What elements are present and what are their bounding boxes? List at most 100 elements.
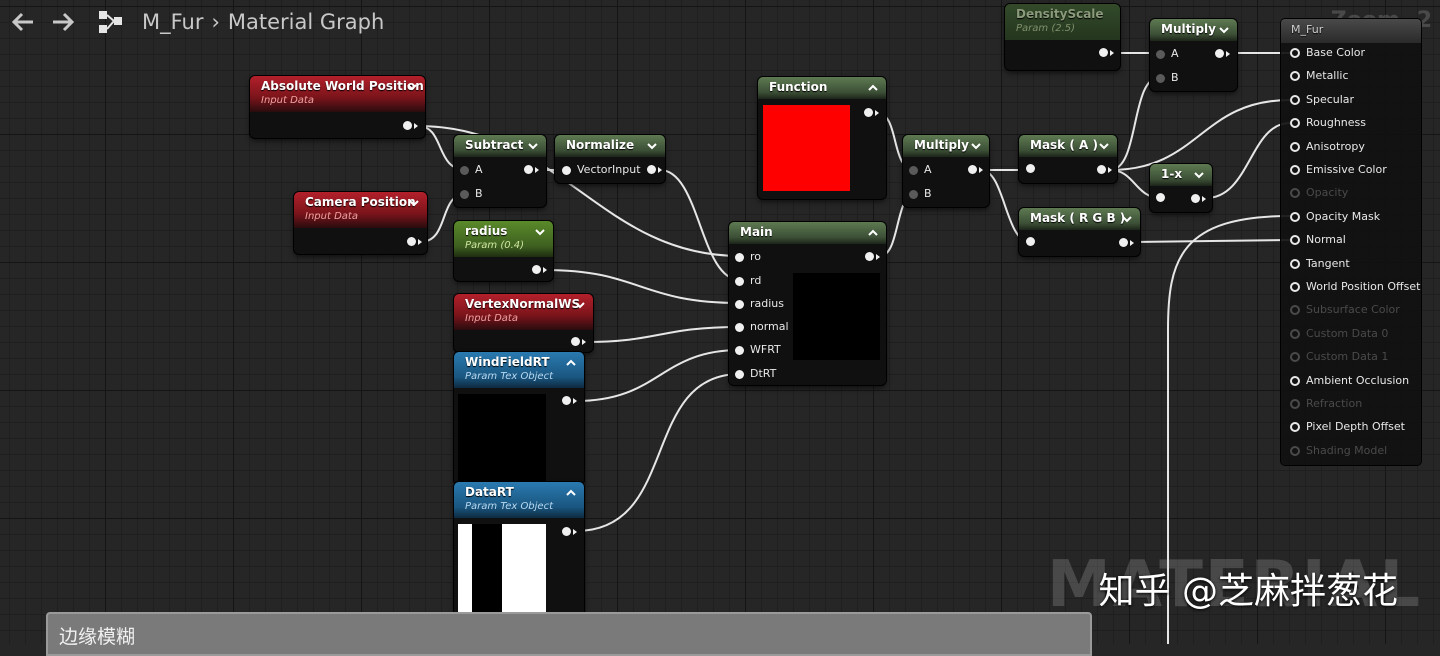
result-pin-specular[interactable]: Specular [1290,93,1354,106]
input-pin[interactable] [1026,237,1041,246]
input-pin-rd[interactable]: rd [735,275,761,287]
output-pin[interactable] [562,396,577,405]
texture-preview [458,524,546,612]
result-pin-custom-data-0[interactable]: Custom Data 0 [1290,327,1388,340]
output-pin[interactable] [407,237,422,246]
arrow-right-icon [53,12,75,32]
output-pin[interactable] [571,337,586,346]
node-mask-a[interactable]: Mask ( A ) [1019,135,1117,183]
chevron-down-icon[interactable] [408,197,420,209]
chevron-down-icon[interactable] [646,140,658,152]
result-pin-roughness[interactable]: Roughness [1290,117,1366,129]
output-pin[interactable] [1119,238,1134,247]
chevron-up-icon[interactable] [565,487,577,499]
input-pin[interactable] [1156,193,1171,202]
output-pin[interactable] [1191,194,1206,203]
node-normalize[interactable]: Normalize VectorInput [555,135,665,183]
output-pin[interactable] [865,252,880,261]
node-mask-rgb[interactable]: Mask ( R G B ) [1019,208,1140,256]
node-density-scale[interactable]: DensityScale Param (2.5) [1005,4,1120,70]
node-subtitle: Param Tex Object [465,371,554,382]
chevron-up-icon[interactable] [867,227,879,239]
result-pin-subsurface-color[interactable]: Subsurface Color [1290,304,1400,316]
forward-button[interactable] [46,5,80,39]
chevron-down-icon[interactable] [574,299,586,311]
node-title: Camera Position [305,195,416,209]
result-pin-world-position-offset[interactable]: World Position Offset [1290,281,1420,293]
node-windfield-rt[interactable]: WindFieldRT Param Tex Object [454,352,584,485]
input-pin-dtrt[interactable]: DtRT [735,368,776,380]
back-button[interactable] [6,5,40,39]
output-pin[interactable] [864,108,879,117]
result-pin-base-color[interactable]: Base Color [1290,47,1365,59]
node-title: Absolute World Position [261,79,424,93]
breadcrumb-asset[interactable]: M_Fur [142,10,204,34]
node-subtract[interactable]: Subtract A B [454,135,546,207]
input-pin-a[interactable]: A [909,164,932,176]
node-camera-position[interactable]: Camera Position Input Data [294,192,427,254]
chevron-down-icon[interactable] [1098,140,1110,152]
chevron-down-icon[interactable] [1218,24,1230,36]
input-pin-ro[interactable]: ro [735,251,761,263]
node-data-rt[interactable]: DataRT Param Tex Object [454,482,584,616]
input-pin[interactable] [1026,164,1041,173]
result-pin-refraction[interactable]: Refraction [1290,398,1362,410]
result-pin-tangent[interactable]: Tangent [1290,257,1350,270]
output-pin[interactable] [968,165,983,174]
arrow-left-icon [11,12,33,32]
result-pin-metallic[interactable]: Metallic [1290,70,1349,82]
input-pin-b[interactable]: B [909,188,932,200]
chevron-down-icon[interactable] [1121,213,1133,225]
node-material-result[interactable]: M_Fur Base Color Metallic Specular Roughnes… [1281,19,1421,465]
node-subtitle: Param Tex Object [465,501,554,512]
output-pin[interactable] [403,121,418,130]
input-pin-vectorinput[interactable]: VectorInput [562,164,641,176]
output-pin[interactable] [524,165,539,174]
chevron-up-icon[interactable] [565,357,577,369]
input-pin-a[interactable]: A [460,164,483,176]
chevron-up-icon[interactable] [867,82,879,94]
result-pin-anisotropy[interactable]: Anisotropy [1290,140,1365,153]
output-pin[interactable] [532,265,547,274]
chevron-down-icon[interactable] [534,226,546,238]
chevron-down-icon[interactable] [970,140,982,152]
result-pin-pixel-depth-offset[interactable]: Pixel Depth Offset [1290,421,1405,433]
node-title: Mask ( A ) [1030,138,1098,152]
output-pin[interactable] [1099,48,1114,57]
input-pin-normal[interactable]: normal [735,321,789,333]
node-subtitle: Input Data [465,313,518,324]
output-pin[interactable] [562,527,577,536]
node-subtitle: Input Data [261,95,314,106]
input-pin-wfrt[interactable]: WFRT [735,344,781,356]
graph-hierarchy-button[interactable] [94,5,128,39]
node-multiply[interactable]: Multiply A B [903,135,989,207]
node-absolute-world-position[interactable]: Absolute World Position Input Data [250,76,425,138]
node-subtitle: Param (0.4) [465,240,525,251]
graph-toolbar: M_Fur › Material Graph [0,0,384,44]
node-main[interactable]: Main ro rd radius normal WFRT DtRT [729,222,886,385]
result-pin-opacity-mask[interactable]: Opacity Mask [1290,210,1380,223]
chevron-down-icon[interactable] [527,140,539,152]
input-pin-a[interactable]: A [1156,48,1179,60]
comment-box[interactable]: 边缘模糊 [46,612,1092,656]
node-one-minus[interactable]: 1-x [1150,164,1212,212]
input-pin-radius[interactable]: radius [735,298,784,310]
result-pin-emissive-color[interactable]: Emissive Color [1290,164,1387,176]
output-pin[interactable] [1215,49,1230,58]
output-pin[interactable] [647,165,662,174]
input-pin-b[interactable]: B [460,188,483,200]
result-pin-shading-model[interactable]: Shading Model [1290,444,1387,457]
chevron-down-icon[interactable] [406,81,418,93]
result-pin-custom-data-1[interactable]: Custom Data 1 [1290,351,1388,363]
input-pin-b[interactable]: B [1156,72,1179,84]
result-pin-normal[interactable]: Normal [1290,234,1346,246]
result-pin-opacity[interactable]: Opacity [1290,187,1348,199]
node-multiply-2[interactable]: Multiply A B [1150,19,1237,91]
chevron-down-icon[interactable] [1193,169,1205,181]
node-function[interactable]: Function [758,77,886,199]
result-pin-ambient-occlusion[interactable]: Ambient Occlusion [1290,374,1409,387]
node-radius-param[interactable]: radius Param (0.4) [454,221,553,281]
main-preview [793,273,880,360]
node-vertex-normal-ws[interactable]: VertexNormalWS Input Data [454,294,593,352]
output-pin[interactable] [1097,165,1112,174]
